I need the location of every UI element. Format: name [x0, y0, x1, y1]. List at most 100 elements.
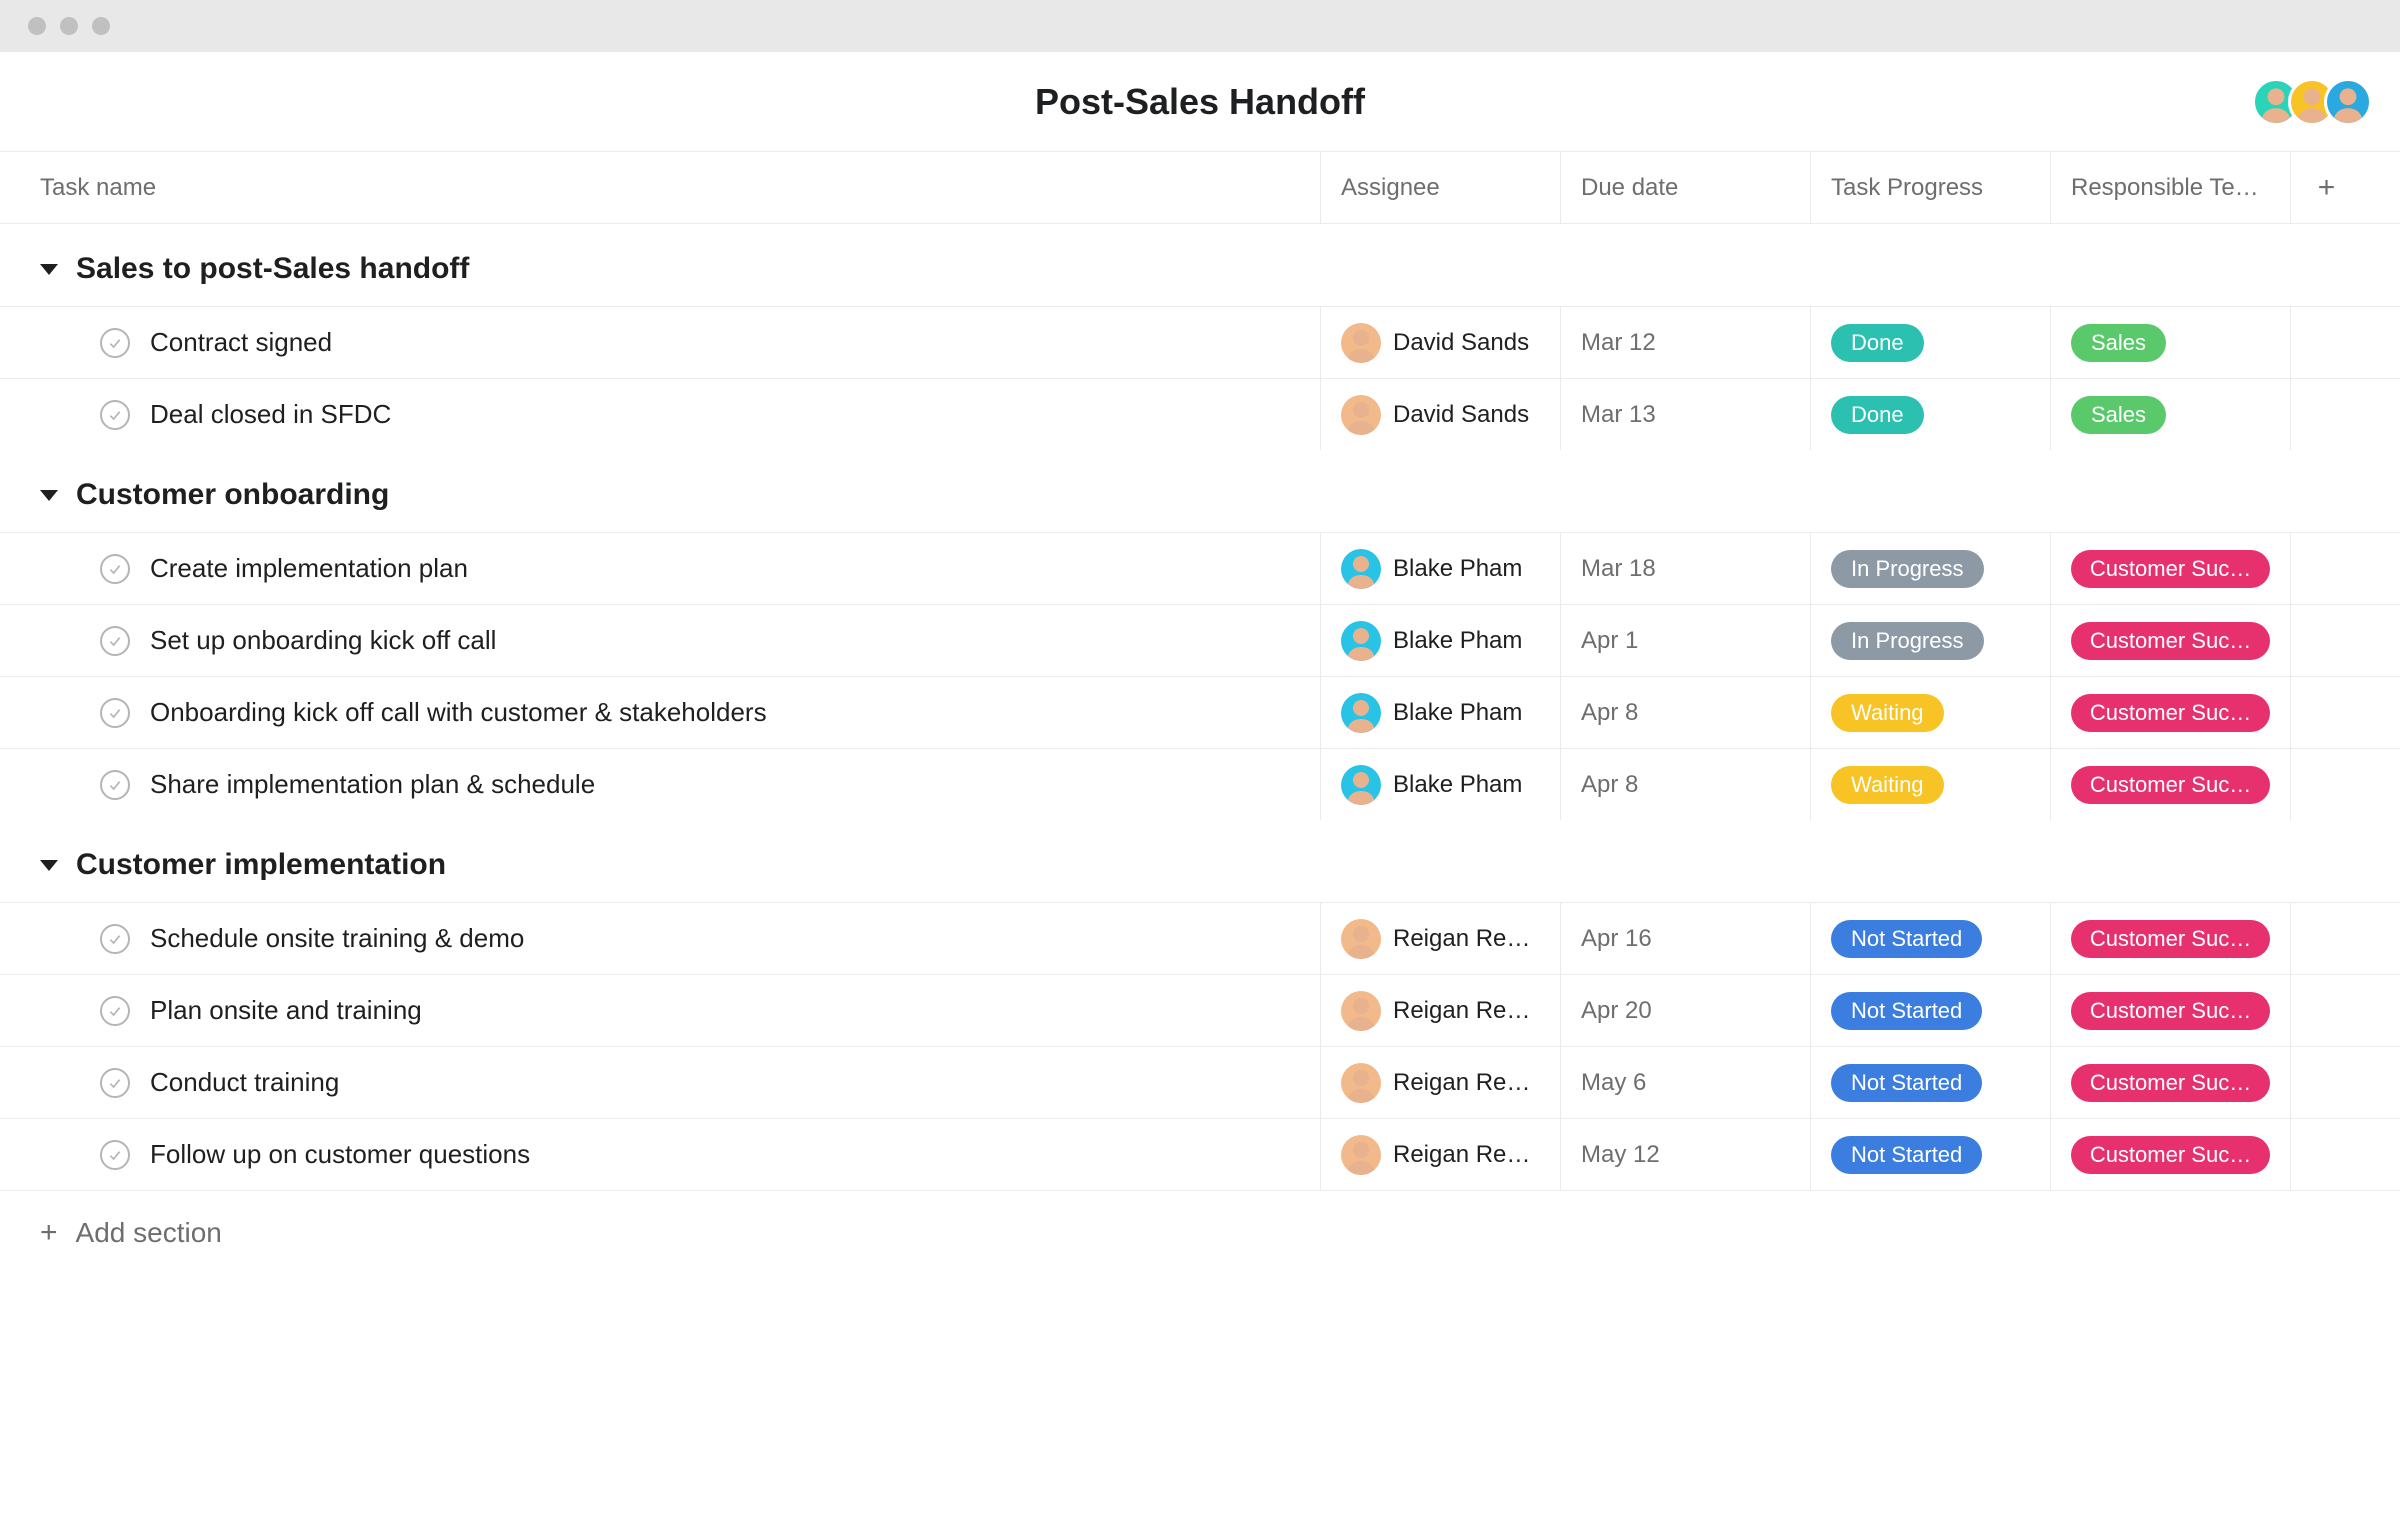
assignee-name: Blake Pham [1393, 555, 1522, 583]
progress-pill[interactable]: Not Started [1831, 1064, 1982, 1102]
complete-task-icon[interactable] [100, 698, 130, 728]
add-section-button[interactable]: + Add section [0, 1190, 2400, 1249]
progress-pill[interactable]: Not Started [1831, 992, 1982, 1030]
complete-task-icon[interactable] [100, 1068, 130, 1098]
progress-pill[interactable]: In Progress [1831, 622, 1984, 660]
team-pill[interactable]: Customer Suc… [2071, 992, 2270, 1030]
team-pill[interactable]: Customer Suc… [2071, 1064, 2270, 1102]
assignee-name: Reigan Rea… [1393, 1141, 1540, 1169]
assignee-avatar[interactable] [1341, 549, 1381, 589]
team-pill[interactable]: Sales [2071, 396, 2166, 434]
page-title: Post-Sales Handoff [1035, 81, 1365, 123]
assignee-avatar[interactable] [1341, 621, 1381, 661]
task-name: Onboarding kick off call with customer &… [150, 697, 767, 728]
complete-task-icon[interactable] [100, 554, 130, 584]
assignee-name: Blake Pham [1393, 771, 1522, 799]
row-trailing [2290, 379, 2362, 450]
row-trailing [2290, 749, 2362, 820]
due-date: Apr 8 [1581, 699, 1638, 727]
task-name: Contract signed [150, 327, 332, 358]
row-trailing [2290, 1047, 2362, 1118]
assignee-name: Blake Pham [1393, 627, 1522, 655]
complete-task-icon[interactable] [100, 400, 130, 430]
section-header[interactable]: Sales to post-Sales handoff [0, 224, 2400, 306]
team-pill[interactable]: Customer Suc… [2071, 766, 2270, 804]
section-header[interactable]: Customer implementation [0, 820, 2400, 902]
add-column-button[interactable]: + [2290, 152, 2362, 223]
complete-task-icon[interactable] [100, 924, 130, 954]
row-trailing [2290, 533, 2362, 604]
assignee-name: Reigan Rea… [1393, 1069, 1540, 1097]
task-row[interactable]: Plan onsite and training Reigan Rea… Apr 2… [0, 974, 2400, 1046]
complete-task-icon[interactable] [100, 328, 130, 358]
column-header-assignee[interactable]: Assignee [1320, 152, 1560, 223]
window-chrome [0, 0, 2400, 52]
window-dot [92, 17, 110, 35]
task-row[interactable]: Share implementation plan & schedule Blak… [0, 748, 2400, 820]
column-header-due[interactable]: Due date [1560, 152, 1810, 223]
column-header-task[interactable]: Task name [0, 174, 1320, 202]
assignee-avatar[interactable] [1341, 1063, 1381, 1103]
task-name: Schedule onsite training & demo [150, 923, 524, 954]
progress-pill[interactable]: Waiting [1831, 694, 1944, 732]
section-title: Sales to post-Sales handoff [76, 252, 469, 286]
task-row[interactable]: Conduct trainingReigan Rea…May 6Not Star… [0, 1046, 2400, 1118]
progress-pill[interactable]: Done [1831, 396, 1924, 434]
progress-pill[interactable]: Waiting [1831, 766, 1944, 804]
task-row[interactable]: Schedule onsite training & demo Reigan Re… [0, 902, 2400, 974]
section-header[interactable]: Customer onboarding [0, 450, 2400, 532]
due-date: Mar 13 [1581, 401, 1656, 429]
plus-icon: + [40, 1218, 58, 1248]
task-name: Plan onsite and training [150, 995, 422, 1026]
task-row[interactable]: Create implementation planBlake PhamMar … [0, 532, 2400, 604]
task-name: Deal closed in SFDC [150, 399, 391, 430]
task-name: Follow up on customer questions [150, 1139, 530, 1170]
team-pill[interactable]: Sales [2071, 324, 2166, 362]
window-dot [28, 17, 46, 35]
assignee-name: Reigan Rea… [1393, 925, 1540, 953]
due-date: Mar 18 [1581, 555, 1656, 583]
progress-pill[interactable]: Done [1831, 324, 1924, 362]
task-name: Share implementation plan & schedule [150, 769, 595, 800]
due-date: Apr 20 [1581, 997, 1652, 1025]
due-date: May 6 [1581, 1069, 1646, 1097]
task-row[interactable]: Follow up on customer questions Reigan Re… [0, 1118, 2400, 1190]
collaborator-avatar[interactable] [2324, 78, 2372, 126]
team-pill[interactable]: Customer Suc… [2071, 920, 2270, 958]
team-pill[interactable]: Customer Suc… [2071, 550, 2270, 588]
progress-pill[interactable]: In Progress [1831, 550, 1984, 588]
due-date: Apr 8 [1581, 771, 1638, 799]
assignee-name: David Sands [1393, 329, 1529, 357]
complete-task-icon[interactable] [100, 770, 130, 800]
assignee-avatar[interactable] [1341, 919, 1381, 959]
plus-icon: + [2318, 171, 2336, 205]
row-trailing [2290, 677, 2362, 748]
team-pill[interactable]: Customer Suc… [2071, 694, 2270, 732]
due-date: May 12 [1581, 1141, 1660, 1169]
assignee-avatar[interactable] [1341, 991, 1381, 1031]
column-header-progress[interactable]: Task Progress [1810, 152, 2050, 223]
team-pill[interactable]: Customer Suc… [2071, 1136, 2270, 1174]
assignee-avatar[interactable] [1341, 395, 1381, 435]
assignee-avatar[interactable] [1341, 693, 1381, 733]
progress-pill[interactable]: Not Started [1831, 1136, 1982, 1174]
progress-pill[interactable]: Not Started [1831, 920, 1982, 958]
assignee-avatar[interactable] [1341, 1135, 1381, 1175]
row-trailing [2290, 975, 2362, 1046]
column-header-team[interactable]: Responsible Te… [2050, 152, 2290, 223]
chevron-down-icon [40, 860, 58, 871]
column-header-row: Task name Assignee Due date Task Progres… [0, 152, 2400, 224]
title-row: Post-Sales Handoff [0, 52, 2400, 152]
assignee-name: Reigan Rea… [1393, 997, 1540, 1025]
team-pill[interactable]: Customer Suc… [2071, 622, 2270, 660]
task-row[interactable]: Deal closed in SFDCDavid SandsMar 13Done… [0, 378, 2400, 450]
assignee-avatar[interactable] [1341, 765, 1381, 805]
assignee-avatar[interactable] [1341, 323, 1381, 363]
row-trailing [2290, 307, 2362, 378]
complete-task-icon[interactable] [100, 626, 130, 656]
task-row[interactable]: Onboarding kick off call with customer &… [0, 676, 2400, 748]
task-row[interactable]: Contract signedDavid SandsMar 12DoneSale… [0, 306, 2400, 378]
task-row[interactable]: Set up onboarding kick off callBlake Pha… [0, 604, 2400, 676]
complete-task-icon[interactable] [100, 1140, 130, 1170]
complete-task-icon[interactable] [100, 996, 130, 1026]
